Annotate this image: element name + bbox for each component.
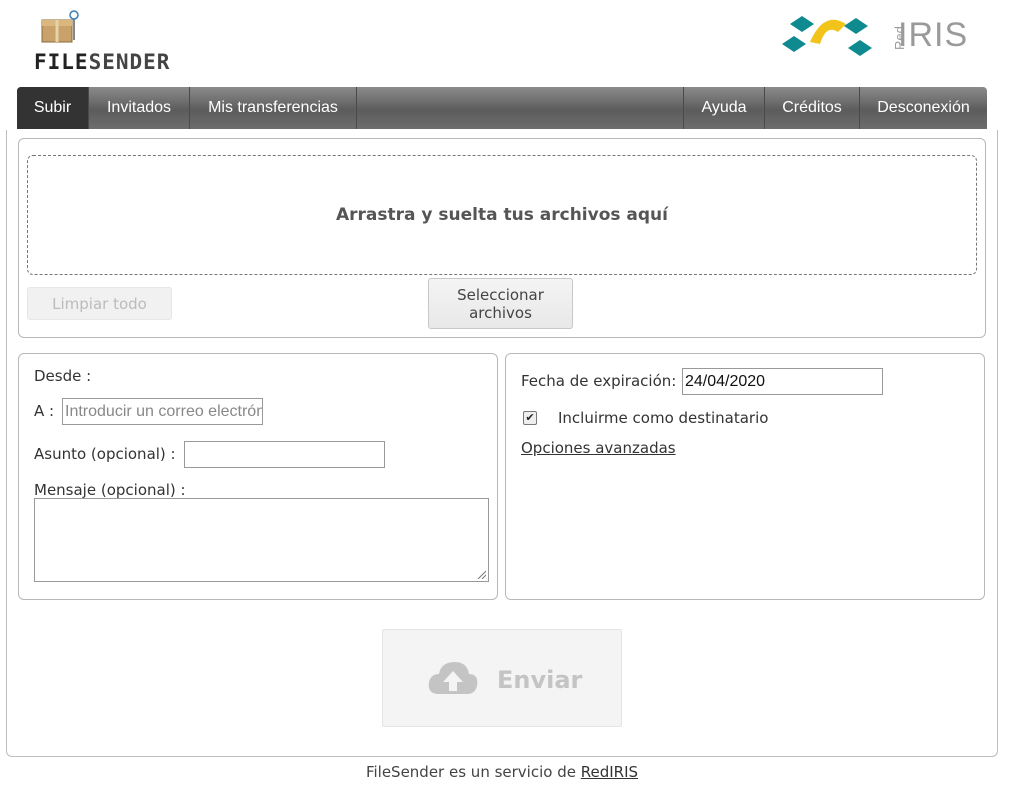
cloud-upload-icon — [428, 662, 478, 694]
rediris-mark-icon — [782, 16, 872, 56]
resize-grip-icon[interactable] — [476, 569, 486, 579]
to-label: A : — [34, 402, 55, 420]
file-dropzone[interactable]: Arrastra y suelta tus archivos aquí — [27, 155, 977, 275]
message-label: Mensaje (opcional) : — [34, 481, 186, 499]
menu-item-my-transfers[interactable]: Mis transferencias — [190, 87, 357, 129]
select-files-button[interactable]: Seleccionar archivos — [428, 278, 573, 329]
clear-all-button[interactable]: Limpiar todo — [27, 287, 172, 320]
rediris-wordmark: IRIS — [898, 16, 969, 54]
filesender-logo[interactable]: FILESENDER — [34, 2, 194, 74]
menu-item-help[interactable]: Ayuda — [683, 87, 764, 129]
main-menu: Subir Invitados Mis transferencias Ayuda… — [17, 87, 987, 129]
footer-text: FileSender es un servicio de — [365, 763, 581, 781]
rediris-logo[interactable]: IRIS Red — [780, 10, 980, 64]
select-files-label-2: archivos — [469, 304, 532, 322]
subject-label: Asunto (opcional) : — [34, 445, 176, 463]
logo-text-light: SENDER — [88, 50, 171, 74]
subject-input[interactable] — [184, 441, 385, 468]
logo-wordmark: FILESENDER — [34, 50, 170, 74]
send-button[interactable]: Enviar — [382, 629, 622, 727]
rediris-red-text: Red — [892, 26, 907, 50]
select-files-label-1: Seleccionar — [457, 286, 544, 304]
menu-item-logout[interactable]: Desconexión — [859, 87, 987, 129]
menu-item-credits[interactable]: Créditos — [764, 87, 859, 129]
include-me-label[interactable]: Incluirme como destinatario — [558, 409, 768, 427]
expiry-date-input[interactable]: 24/04/2020 — [682, 368, 883, 395]
menu-item-upload[interactable]: Subir — [17, 87, 89, 129]
include-me-checkbox[interactable]: ✔ — [523, 411, 537, 425]
advanced-options-link[interactable]: Opciones avanzadas — [521, 439, 676, 457]
send-label: Enviar — [497, 666, 583, 694]
message-textarea[interactable] — [34, 498, 489, 582]
footer-rediris-link[interactable]: RedIRIS — [581, 763, 638, 781]
menu-item-guests[interactable]: Invitados — [89, 87, 190, 129]
package-scale-icon — [41, 10, 79, 43]
logo-text-bold: FILE — [34, 50, 89, 74]
expiry-label: Fecha de expiración: — [521, 372, 677, 390]
footer: FileSender es un servicio de RedIRIS — [0, 763, 1004, 781]
from-label: Desde : — [34, 367, 92, 385]
dropzone-text: Arrastra y suelta tus archivos aquí — [335, 205, 668, 225]
to-email-input[interactable]: Introducir un correo electrónico — [62, 398, 263, 425]
